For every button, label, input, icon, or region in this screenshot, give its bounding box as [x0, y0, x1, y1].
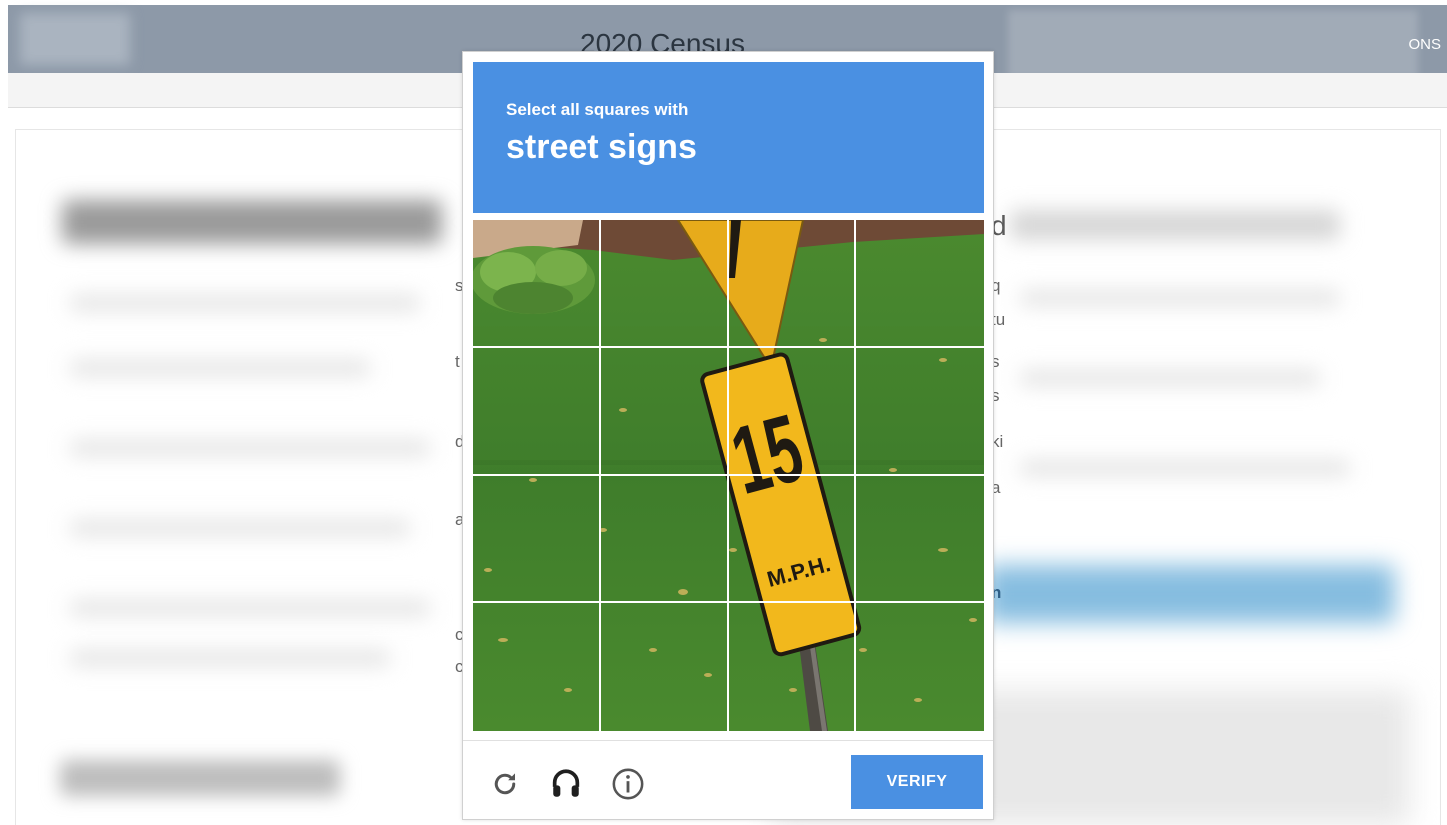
captcha-tiles [473, 220, 984, 731]
background-blurred-line [1020, 370, 1320, 386]
background-blurred-heading [62, 200, 442, 244]
captcha-tile-r2c1[interactable] [473, 347, 601, 476]
captcha-target-object: street signs [506, 128, 697, 166]
captcha-tile-r1c2[interactable] [600, 220, 729, 348]
captcha-tile-r2c3[interactable] [728, 347, 857, 476]
captcha-tile-r1c1[interactable] [473, 220, 601, 348]
captcha-tile-r3c1[interactable] [473, 475, 601, 604]
background-header-shade [1008, 10, 1418, 78]
captcha-tile-r4c2[interactable] [601, 603, 729, 731]
captcha-tile-r4c4[interactable] [856, 603, 984, 731]
background-blurred-line [70, 360, 370, 376]
verify-button[interactable]: VERIFY [851, 755, 983, 809]
audio-headphones-icon[interactable] [549, 767, 583, 801]
background-blurred-line [70, 295, 420, 311]
captcha-tile-r3c4[interactable] [856, 476, 984, 604]
background-blurred-line [70, 650, 390, 666]
captcha-image-grid: 15 M.P.H. [473, 220, 984, 731]
background-text-fragment: t [455, 352, 460, 371]
background-blurred-line [1020, 290, 1340, 306]
captcha-tile-r1c4[interactable] [856, 220, 984, 348]
background-blurred-line [70, 520, 410, 536]
captcha-tile-r3c3[interactable] [728, 475, 857, 604]
background-logo [20, 13, 130, 65]
background-nav-item[interactable]: ONS [1408, 36, 1441, 53]
background-blurred-button[interactable] [985, 565, 1395, 623]
captcha-tile-r4c3[interactable] [729, 603, 857, 731]
reload-icon[interactable] [488, 767, 522, 801]
background-blurred-line [70, 600, 430, 616]
captcha-instruction-text: Select all squares with [506, 100, 689, 119]
info-icon[interactable] [611, 767, 645, 801]
captcha-footer: VERIFY [463, 740, 993, 820]
captcha-tile-r2c2[interactable] [600, 347, 729, 476]
captcha-challenge-dialog: Select all squares with street signs 15 … [462, 51, 994, 820]
background-blurred-heading-right [1010, 210, 1340, 240]
captcha-tile-r3c2[interactable] [600, 475, 729, 604]
captcha-tile-r2c4[interactable] [856, 348, 984, 476]
captcha-tile-r4c1[interactable] [473, 603, 601, 731]
captcha-instruction-header: Select all squares with street signs [473, 62, 984, 213]
background-blurred-footer-heading [60, 760, 340, 796]
background-blurred-line [1020, 460, 1350, 476]
background-blurred-line [70, 440, 430, 456]
captcha-tile-r1c3[interactable] [728, 220, 857, 348]
